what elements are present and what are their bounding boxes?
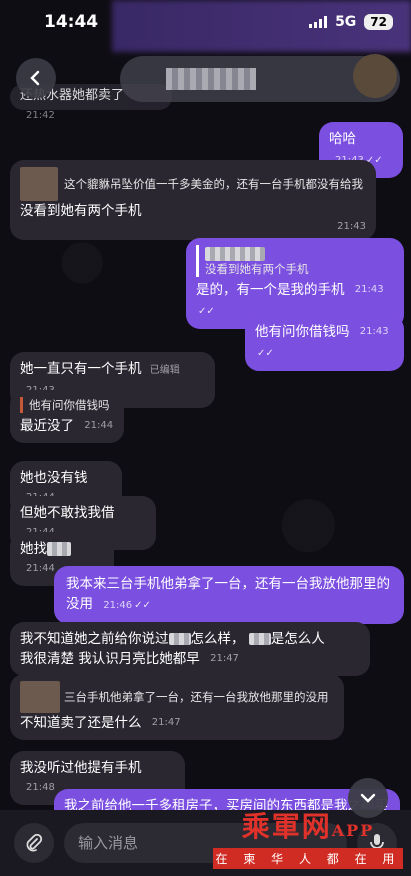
- message-text: 但她不敢找我借: [20, 505, 115, 521]
- paperclip-icon: [26, 833, 43, 852]
- status-bar: 14:44 5G 72: [0, 0, 411, 44]
- redacted-text: [47, 542, 71, 556]
- avatar[interactable]: [353, 54, 397, 98]
- message-text: 她一直只有一个手机: [20, 361, 142, 377]
- message-text: 我很清楚 我认识月亮比她都早: [20, 651, 200, 667]
- message-time: 21:43: [354, 284, 384, 295]
- signal-icon: [309, 16, 328, 28]
- message-text: 她找: [20, 541, 47, 557]
- message-text: 是怎么人: [270, 631, 325, 647]
- quoted-message: 没看到她有两个手机: [196, 245, 394, 277]
- message-time: 21:44: [26, 563, 55, 574]
- read-check-icon: ✓✓: [134, 600, 151, 611]
- message-time: 21:47: [210, 653, 239, 664]
- message-text: 她也没有钱: [20, 470, 88, 486]
- quoted-photo-thumbnail: [20, 681, 60, 713]
- message-text: 他有问你借钱吗: [255, 324, 350, 340]
- message-bubble-outgoing[interactable]: 我本来三台手机他弟拿了一台，还有一台我放他那里的没用 21:46 ✓✓: [54, 566, 404, 624]
- message-text: 是的，有一个是我的手机: [196, 282, 345, 298]
- edited-label: 已编辑: [149, 365, 180, 376]
- message-text: 我不知道她之前给你说过: [20, 631, 169, 647]
- quoted-message: 三台手机他弟拿了一台，还有一台我放他那里的没用: [64, 690, 329, 704]
- read-check-icon: ✓✓: [257, 348, 274, 359]
- watermark-logo: 乘軍网APP 在 柬 华 人 都 在 用: [213, 812, 403, 869]
- redacted-quote-sender: [205, 246, 265, 261]
- battery-icon: 72: [364, 14, 393, 30]
- message-time: 21:46: [103, 600, 133, 611]
- redacted-text: [168, 633, 191, 645]
- quoted-message: 这个貔貅吊坠价值一千多美金的，还有一台手机都没有给我: [64, 177, 363, 191]
- message-text: 最近没了: [20, 418, 74, 434]
- message-time: 21:44: [84, 420, 114, 431]
- message-time: 21:43: [337, 221, 366, 232]
- message-text: 不知道卖了还是什么: [20, 715, 142, 731]
- redacted-name: [166, 68, 256, 90]
- back-button[interactable]: [16, 58, 56, 98]
- message-bubble-incoming[interactable]: 这个貔貅吊坠价值一千多美金的，还有一台手机都没有给我 没看到她有两个手机 21:…: [10, 160, 376, 240]
- message-time: 21:43: [359, 326, 389, 337]
- message-bubble-incoming[interactable]: 他有问你借钱吗 最近没了 21:44: [10, 390, 124, 443]
- message-bubble-incoming[interactable]: 我不知道她之前给你说过 怎么样， 是怎么人 我很清楚 我认识月亮比她都早 21:4…: [10, 622, 370, 676]
- read-check-icon: ✓✓: [198, 306, 215, 317]
- quoted-photo-thumbnail: [20, 167, 58, 201]
- message-text: 没看到她有两个手机: [20, 203, 142, 219]
- chevron-left-icon: [30, 70, 40, 86]
- network-label: 5G: [335, 14, 357, 30]
- chevron-down-icon: [360, 793, 376, 803]
- attach-button[interactable]: [14, 823, 54, 863]
- message-bubble-incoming[interactable]: 三台手机他弟拿了一台，还有一台我放他那里的没用 不知道卖了还是什么 21:47: [10, 674, 344, 740]
- quoted-message: 他有问你借钱吗: [20, 397, 114, 413]
- message-time: 21:48: [26, 782, 55, 793]
- message-text: 怎么样，: [190, 631, 245, 647]
- message-text: 哈哈: [329, 131, 356, 147]
- status-time: 14:44: [44, 12, 99, 32]
- message-time: 21:42: [26, 110, 55, 121]
- message-text: 我没听过他提有手机: [20, 760, 142, 776]
- message-time: 21:47: [151, 717, 181, 728]
- message-bubble-outgoing[interactable]: 他有问你借钱吗 21:43 ✓✓: [245, 315, 404, 371]
- redacted-text: [248, 633, 271, 645]
